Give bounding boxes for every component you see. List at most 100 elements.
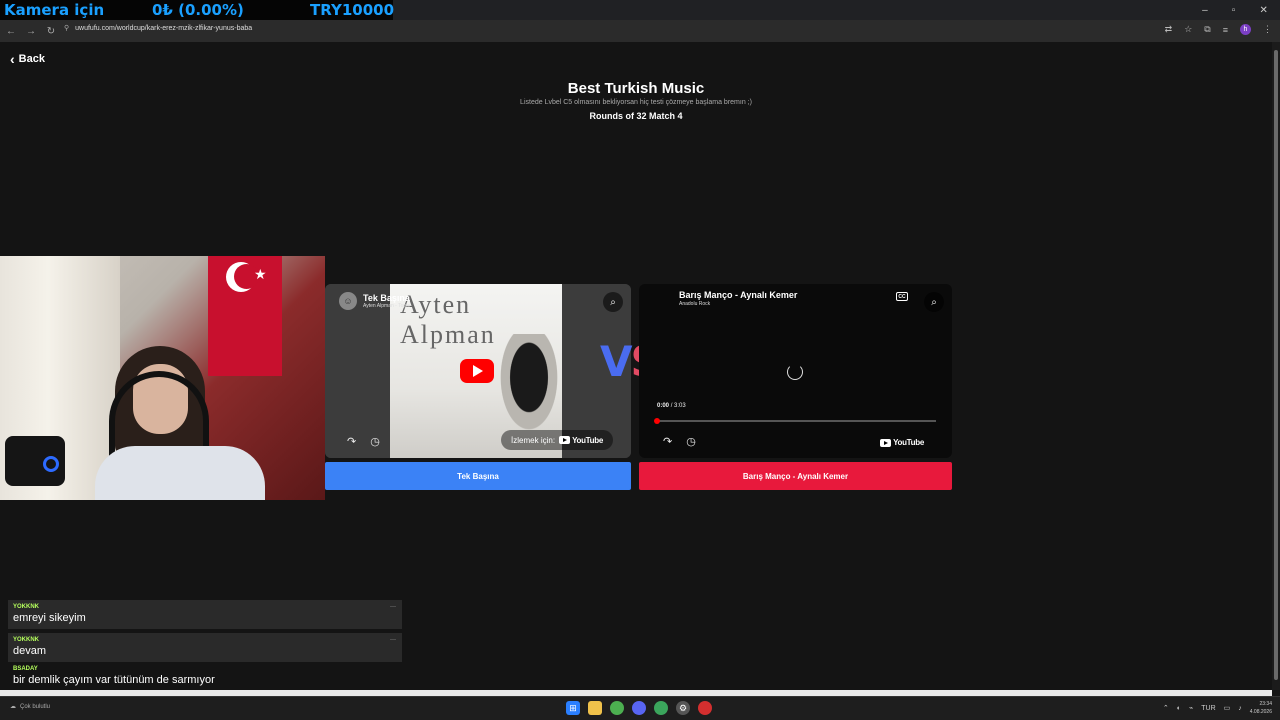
extensions-icon[interactable]: ⧉ <box>1204 24 1210 35</box>
media-control-icon[interactable]: ≡ <box>1223 25 1228 35</box>
youtube-logo-button[interactable]: YouTube <box>880 438 924 447</box>
recording-app-icon[interactable] <box>698 701 712 715</box>
address-bar: ← → ↻ ⚲ uwufufu.com/worldcup/kark-erez-m… <box>0 20 1280 42</box>
right-video-header: Barış Manço - Aynalı Kemer Anadolu Rock <box>679 290 797 307</box>
stream-ticker: Kamera için 0₺ (0.00%) TRY10000 <box>0 0 394 20</box>
chat-dash-icon: — <box>390 637 396 643</box>
back-button[interactable]: ‹ Back <box>10 51 45 67</box>
microphone <box>5 436 65 486</box>
reload-icon[interactable]: ↻ <box>42 26 60 37</box>
watch-on-label: İzlemek için: <box>511 435 556 445</box>
discord-icon[interactable] <box>632 701 646 715</box>
file-explorer-icon[interactable] <box>588 701 602 715</box>
chrome-icon[interactable] <box>610 701 624 715</box>
profile-avatar[interactable]: h <box>1240 24 1251 35</box>
url-text: uwufufu.com/worldcup/kark-erez-mzik-zlfi… <box>75 24 253 32</box>
start-icon[interactable]: ⊞ <box>566 701 580 715</box>
chat-username: BSADAY <box>13 666 38 672</box>
volume-icon[interactable]: ♪ <box>1238 705 1242 712</box>
video-letterbox-left <box>325 284 390 458</box>
streamer-shirt <box>95 446 265 500</box>
chat-text: bir demlik çayım var tütünüm de sarmıyor <box>13 674 215 686</box>
chat-text: devam <box>13 645 47 657</box>
time-current: 0:00 <box>657 403 670 409</box>
scrollbar-thumb[interactable] <box>1274 50 1278 680</box>
right-video-actions: ↷ ◷ <box>663 435 696 448</box>
video-time: 0:00 / 3:03 <box>657 403 686 409</box>
chat-username: YOKKNK <box>13 604 40 610</box>
chat-overlay: YOKKNK emreyi sikeyim — YOKKNK devam — B… <box>8 600 402 695</box>
right-video-title[interactable]: Barış Manço - Aynalı Kemer <box>679 290 797 300</box>
progress-bar[interactable] <box>654 418 936 424</box>
vs-v: V <box>600 337 632 386</box>
close-icon[interactable]: ✕ <box>1260 5 1268 16</box>
vote-right-button[interactable]: Barış Manço - Aynalı Kemer <box>639 462 952 490</box>
chat-text: emreyi sikeyim <box>13 612 86 624</box>
streamer <box>95 346 265 500</box>
restore-icon[interactable]: ▫ <box>1232 5 1236 16</box>
progress-scrubber[interactable] <box>654 418 660 424</box>
minimize-icon[interactable]: – <box>1202 5 1208 16</box>
play-button[interactable] <box>460 359 494 383</box>
vote-left-button[interactable]: Tek Başına <box>325 462 631 490</box>
chat-username: YOKKNK <box>13 637 40 643</box>
time-total: / 3:03 <box>670 403 686 409</box>
round-info: Rounds of 32 Match 4 <box>589 111 683 121</box>
weather-label: Çok bulutlu <box>20 703 51 710</box>
language-indicator[interactable]: TUR <box>1201 705 1215 712</box>
ticker-value: 0₺ (0.00%) <box>152 1 244 19</box>
weather-widget[interactable]: ☁ Çok bulutlu <box>10 703 51 711</box>
chat-dash-icon: — <box>390 604 396 610</box>
browser-icon[interactable] <box>654 701 668 715</box>
display-icon[interactable]: ▭ <box>1224 704 1231 712</box>
watch-on-youtube-button[interactable]: İzlemek için: YouTube <box>501 430 613 450</box>
browser-back-icon[interactable]: ← <box>2 26 20 37</box>
chevron-left-icon: ‹ <box>10 51 15 67</box>
page-subtitle: Listede Lvbel C5 olmasını bekliyorsan hi… <box>520 99 752 106</box>
watch-later-icon[interactable]: ◷ <box>686 435 696 448</box>
page-scrollbar[interactable] <box>1272 42 1280 690</box>
settings-icon[interactable]: ⚙ <box>676 701 690 715</box>
bookmark-star-icon[interactable]: ☆ <box>1184 24 1192 35</box>
watch-later-icon[interactable]: ◷ <box>370 435 380 448</box>
left-video-player[interactable]: Ayten Alpman ☺ Tek Başına Ayten Alpman -… <box>325 284 631 458</box>
mic-led <box>43 456 59 472</box>
translate-icon[interactable]: ⇄ <box>1165 24 1173 35</box>
address-bar-icons: ⇄ ☆ ⧉ ≡ h ⋮ <box>1165 24 1272 35</box>
screen: Kamera için 0₺ (0.00%) TRY10000 – ▫ ✕ ← … <box>0 0 1280 720</box>
zoom-icon[interactable]: ⌕ <box>924 292 944 312</box>
tray-app-icon[interactable]: ◐ <box>1177 705 1181 712</box>
channel-avatar[interactable]: ☺ <box>339 292 357 310</box>
share-icon[interactable]: ↷ <box>663 435 672 448</box>
chat-message: BSADAY bir demlik çayım var tütünüm de s… <box>8 666 402 691</box>
page-title: Best Turkish Music <box>567 80 705 97</box>
left-video-channel[interactable]: Ayten Alpman - Topic <box>363 303 410 309</box>
left-video-actions: ↷ ◷ <box>347 435 380 448</box>
clock[interactable]: 23:34 4.08.2026 <box>1250 700 1272 716</box>
left-video-title[interactable]: Tek Başına <box>363 293 410 303</box>
captions-icon[interactable]: CC <box>896 292 908 301</box>
youtube-wordmark: YouTube <box>572 435 603 445</box>
share-icon[interactable]: ↷ <box>347 435 356 448</box>
clock-date: 4.08.2026 <box>1249 709 1272 715</box>
browser-titlebar <box>393 0 1190 20</box>
window-controls: – ▫ ✕ <box>1190 0 1280 20</box>
ticker-label: Kamera için <box>4 1 105 19</box>
network-icon[interactable]: ⌁ <box>1189 704 1193 712</box>
back-label: Back <box>18 53 45 65</box>
zoom-icon[interactable]: ⌕ <box>603 292 623 312</box>
taskbar: ☁ Çok bulutlu ⊞ ⚙ ⌃ ◐ ⌁ TUR ▭ ♪ 23:34 4.… <box>0 696 1280 720</box>
right-video-player[interactable]: Barış Manço - Aynalı Kemer Anadolu Rock … <box>639 284 952 458</box>
cloud-icon: ☁ <box>10 704 16 710</box>
site-info-icon[interactable]: ⚲ <box>64 24 69 32</box>
system-tray: ⌃ ◐ ⌁ TUR ▭ ♪ 23:34 4.08.2026 <box>1163 700 1272 716</box>
menu-icon[interactable]: ⋮ <box>1263 24 1272 35</box>
chat-message: YOKKNK devam — <box>8 633 402 662</box>
browser-forward-icon[interactable]: → <box>22 26 40 37</box>
flag-star-icon: ★ <box>254 266 267 282</box>
right-video-channel[interactable]: Anadolu Rock <box>679 301 710 307</box>
tray-chevron-icon[interactable]: ⌃ <box>1163 704 1169 712</box>
clock-time: 23:34 <box>1259 701 1272 707</box>
url-field[interactable]: ⚲ uwufufu.com/worldcup/kark-erez-mzik-zl… <box>64 24 253 33</box>
left-video-header: ☺ Tek Başına Ayten Alpman - Topic <box>339 292 410 310</box>
